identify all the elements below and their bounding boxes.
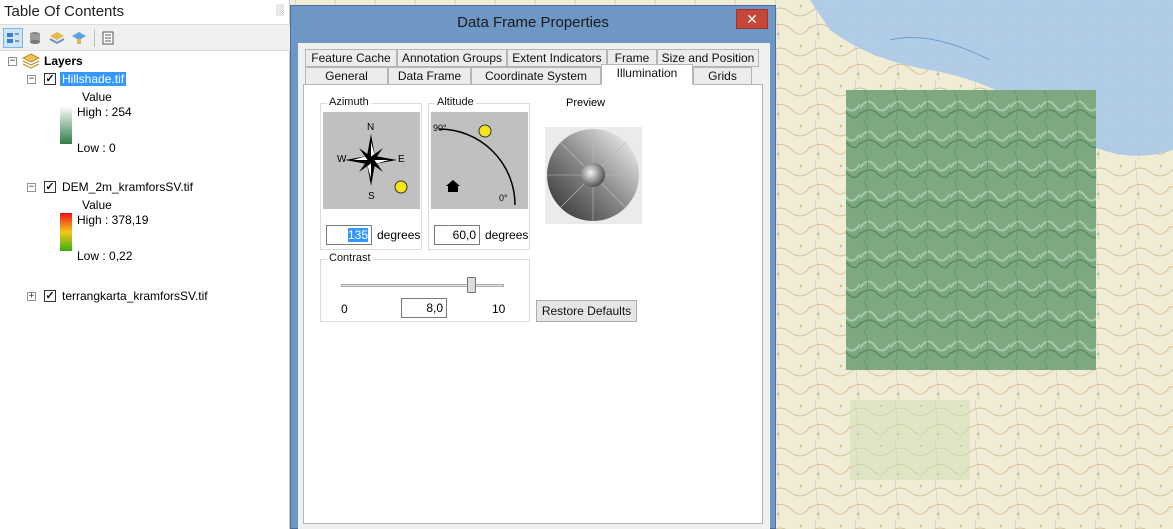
list-by-selection-icon[interactable] <box>69 28 89 48</box>
legend-low-label: Low : 0,22 <box>77 249 133 263</box>
contrast-max: 10 <box>492 302 506 316</box>
data-frame-properties-dialog: Data Frame Properties ✕ Feature Cache An… <box>290 5 776 529</box>
legend-high-label: High : 254 <box>77 105 132 119</box>
azimuth-value: 135 <box>347 228 368 242</box>
azimuth-input[interactable]: 135 <box>326 225 372 245</box>
compass-e: E <box>398 154 405 165</box>
hillshade-color-ramp <box>60 106 72 144</box>
altitude-dial[interactable]: 90° 0° <box>431 112 528 209</box>
layer-expander[interactable]: − <box>27 75 36 84</box>
layers-root-label[interactable]: Layers <box>44 54 83 68</box>
dialog-title: Data Frame Properties <box>457 14 609 31</box>
dialog-body: Feature Cache Annotation Groups Extent I… <box>298 43 770 529</box>
legend-title: Value <box>82 198 112 212</box>
tab-coordinate-system[interactable]: Coordinate System <box>471 67 601 85</box>
dem-color-ramp <box>60 213 72 251</box>
preview-label: Preview <box>566 97 606 109</box>
azimuth-label: Azimuth <box>327 96 371 108</box>
close-icon[interactable]: ✕ <box>736 9 768 29</box>
compass-s: S <box>368 191 375 202</box>
layer-name-hillshade[interactable]: Hillshade.tif <box>60 72 127 86</box>
restore-defaults-button[interactable]: Restore Defaults <box>536 300 637 322</box>
contrast-slider-track[interactable] <box>341 284 504 287</box>
tab-feature-cache[interactable]: Feature Cache <box>305 49 397 67</box>
azimuth-dial[interactable]: N S W E <box>323 112 420 209</box>
compass-n: N <box>367 122 375 133</box>
layer-expander[interactable]: − <box>27 183 36 192</box>
legend-low-label: Low : 0 <box>77 141 116 155</box>
pin-icon[interactable]: ░ <box>276 4 284 16</box>
options-icon[interactable] <box>98 28 118 48</box>
layer-expander[interactable]: + <box>27 292 36 301</box>
altitude-label: Altitude <box>435 96 476 108</box>
tab-grids[interactable]: Grids <box>693 67 752 85</box>
legend-high-label: High : 378,19 <box>77 213 149 227</box>
layers-icon <box>21 53 41 72</box>
toolbar-separator <box>94 29 95 47</box>
altitude-bottom-mark: 0° <box>499 193 508 203</box>
tab-illumination[interactable]: Illumination <box>601 64 693 85</box>
azimuth-unit: degrees <box>377 228 421 242</box>
table-of-contents-pane: Table Of Contents ░ − Layers − ✓ Hillsha… <box>0 0 290 529</box>
compass-w: W <box>337 154 347 165</box>
altitude-input[interactable]: 60,0 <box>434 225 480 245</box>
tab-extent-indicators[interactable]: Extent Indicators <box>507 49 607 67</box>
list-by-drawing-order-icon[interactable] <box>3 28 23 48</box>
layer-name-terrangkarta[interactable]: terrangkarta_kramforsSV.tif <box>62 289 208 303</box>
layer-visibility-checkbox[interactable]: ✓ <box>44 290 56 302</box>
layer-visibility-checkbox[interactable]: ✓ <box>44 73 56 85</box>
legend-title: Value <box>82 90 112 104</box>
contrast-input[interactable]: 8,0 <box>401 298 447 318</box>
list-by-source-icon[interactable] <box>25 28 45 48</box>
toc-title: Table Of Contents <box>4 3 125 20</box>
altitude-top-mark: 90° <box>433 123 447 133</box>
contrast-label: Contrast <box>327 252 373 264</box>
tab-data-frame[interactable]: Data Frame <box>388 67 471 85</box>
toc-toolbar <box>0 24 290 51</box>
preview-image <box>545 127 642 224</box>
layer-visibility-checkbox[interactable]: ✓ <box>44 181 56 193</box>
layer-name-dem[interactable]: DEM_2m_kramforsSV.tif <box>62 180 193 194</box>
list-by-visibility-icon[interactable] <box>47 28 67 48</box>
altitude-unit: degrees <box>485 228 529 242</box>
hillshade-raster <box>846 90 1096 370</box>
tab-annotation-groups[interactable]: Annotation Groups <box>397 49 507 67</box>
layers-collapse-toggle[interactable]: − <box>8 57 17 66</box>
tab-general[interactable]: General <box>305 67 388 85</box>
illumination-panel: Azimuth N S W E 135 degrees Altitude 90°… <box>303 84 763 524</box>
contrast-min: 0 <box>341 302 348 316</box>
contrast-slider-thumb[interactable] <box>466 277 476 293</box>
